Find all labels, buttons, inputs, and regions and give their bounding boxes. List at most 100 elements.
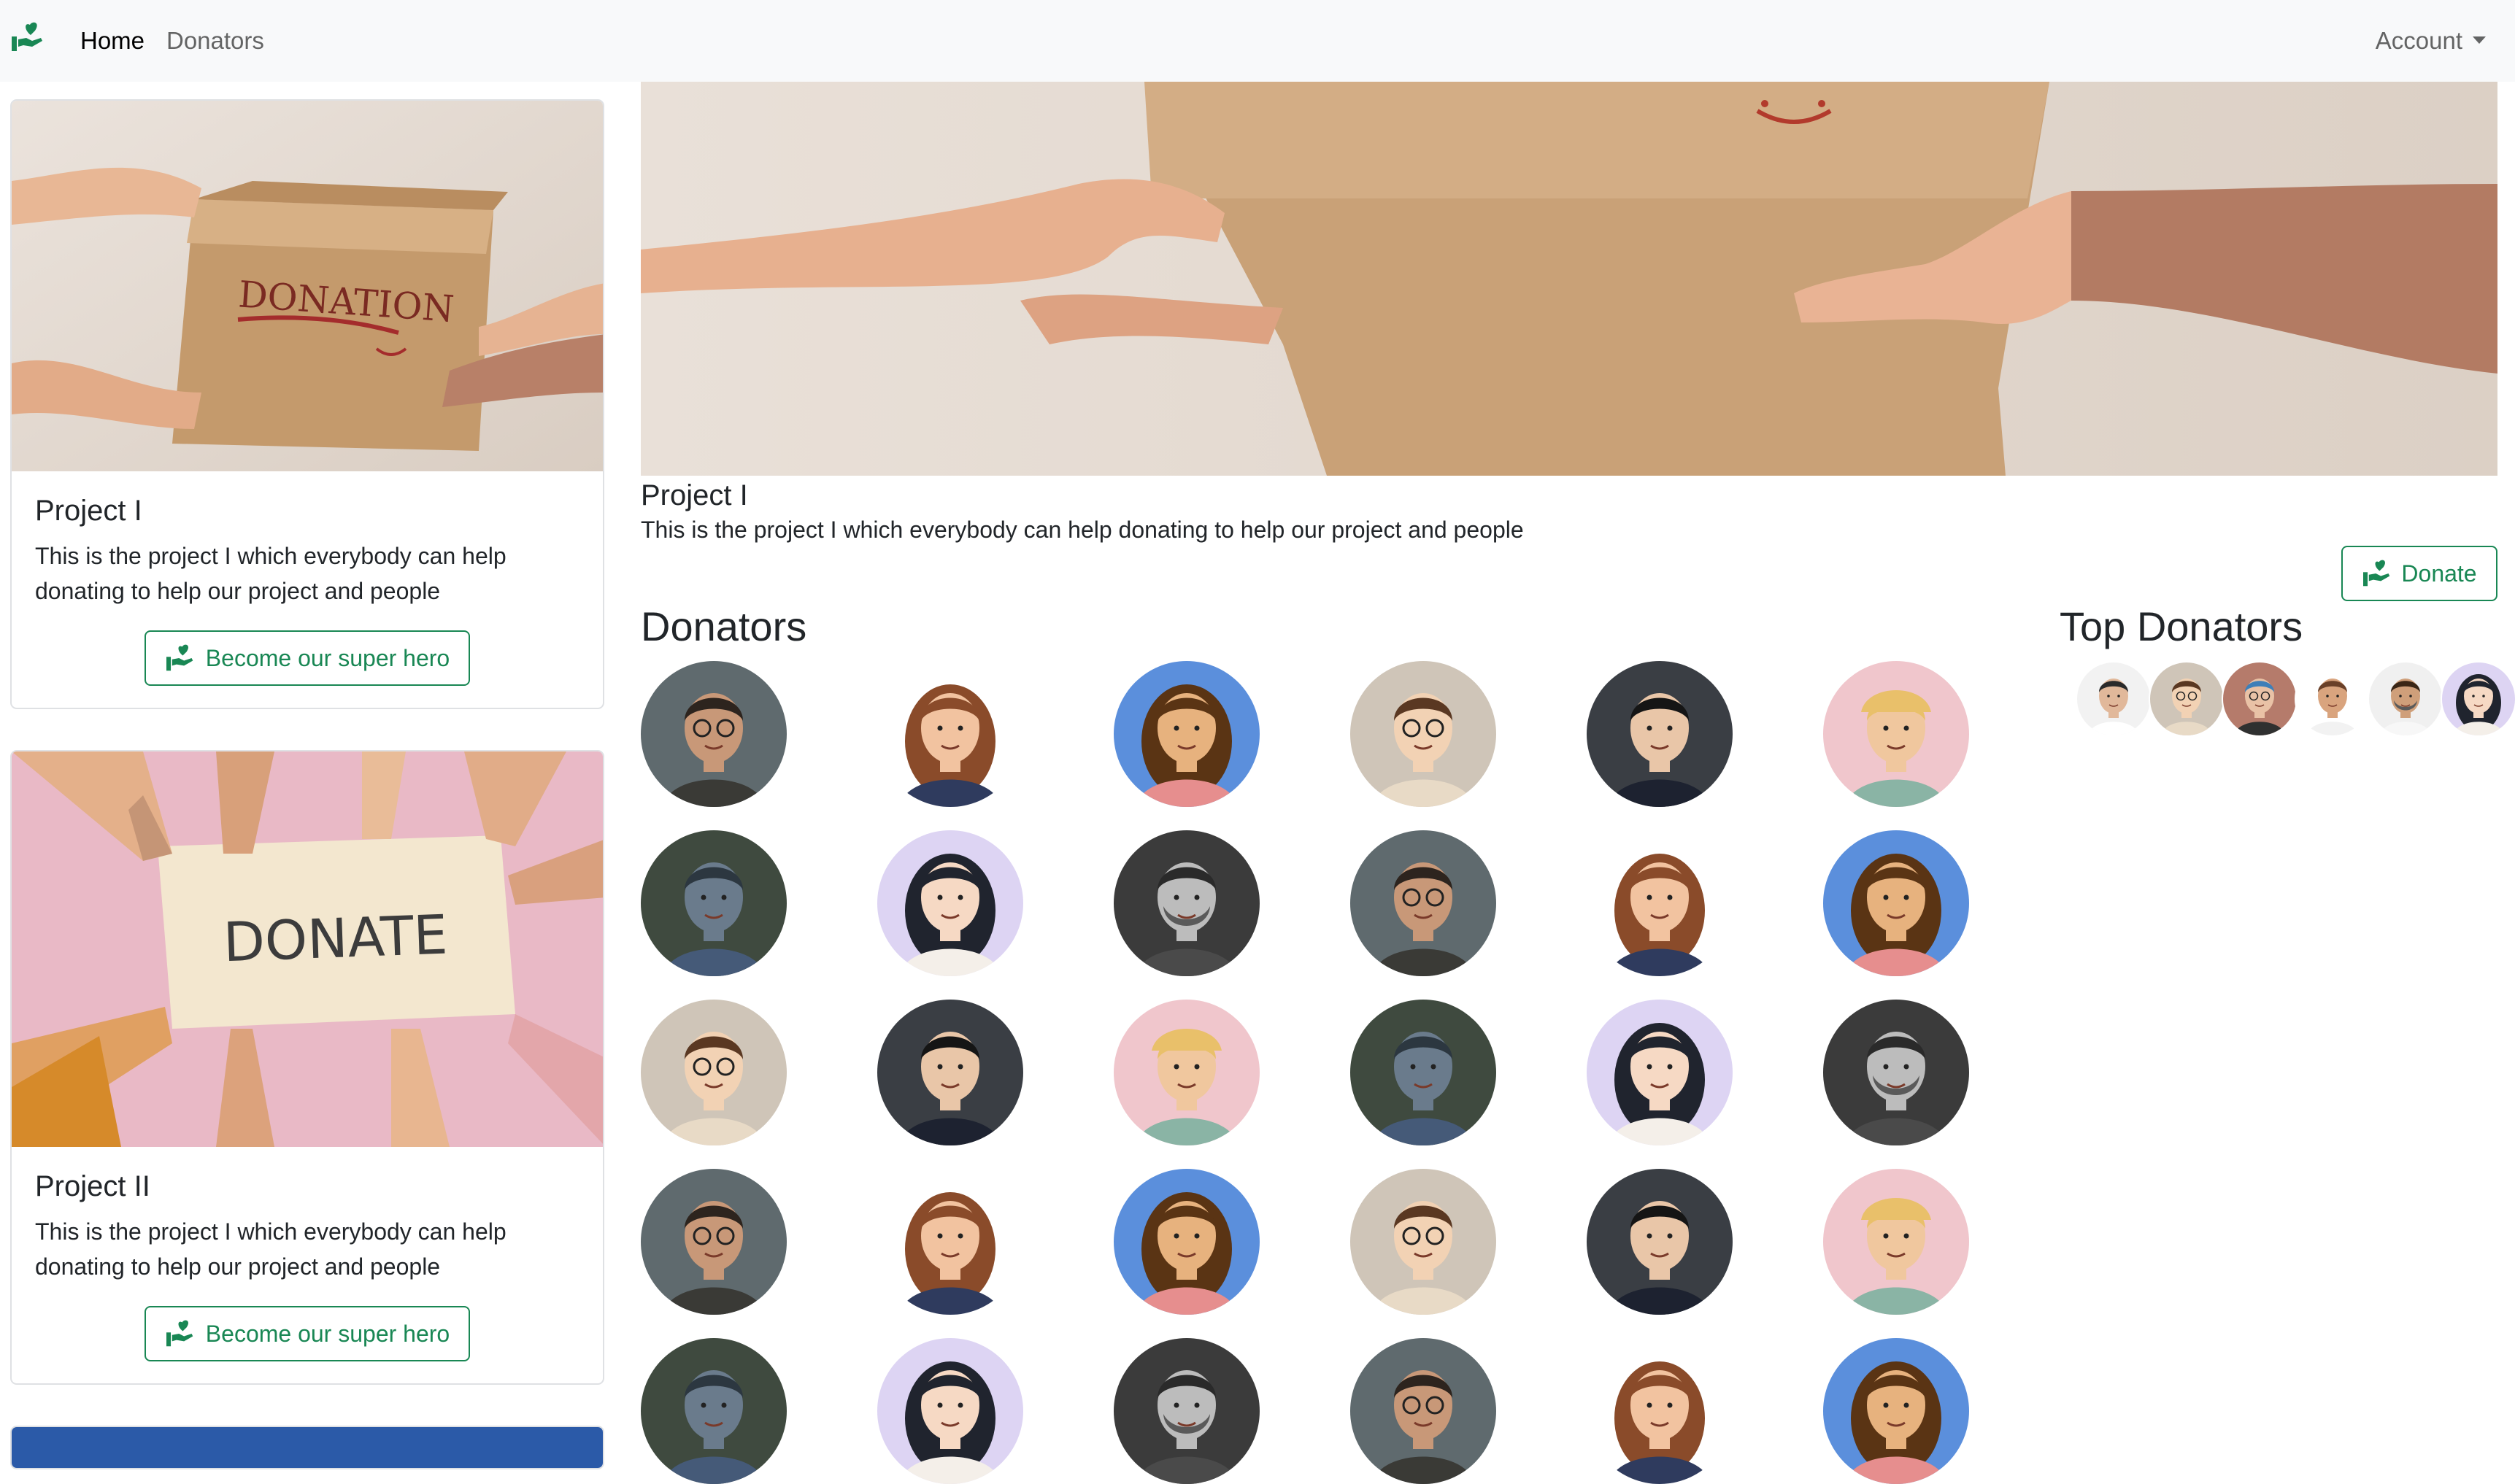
donator-avatar[interactable] bbox=[877, 661, 1023, 807]
donation-box-image: DONATION bbox=[12, 101, 603, 471]
nav-donators-link[interactable]: Donators bbox=[166, 25, 264, 57]
cartoon-man-glasses-beige-avatar-image bbox=[1350, 1169, 1496, 1315]
man-dark-suit-avatar-image bbox=[877, 1000, 1023, 1145]
donator-avatar[interactable] bbox=[877, 1338, 1023, 1484]
project-card-3 bbox=[10, 1426, 604, 1469]
button-label: Become our super hero bbox=[205, 1321, 450, 1347]
donator-avatar[interactable] bbox=[1350, 661, 1496, 807]
donation-box-illustration: DONATION bbox=[12, 101, 603, 471]
woman-sky-portrait-avatar-image bbox=[1114, 1169, 1260, 1315]
card-description: This is the project I which everybody ca… bbox=[35, 1218, 507, 1280]
man-pink-hat-avatar-image bbox=[1823, 1169, 1969, 1315]
cartoon-woman-suit-avatar-image bbox=[1587, 1338, 1733, 1484]
cartoon-man-glasses-avatar-image bbox=[2150, 662, 2223, 735]
donator-avatar[interactable] bbox=[641, 661, 787, 807]
donator-avatar[interactable] bbox=[1114, 1338, 1260, 1484]
donator-avatar[interactable] bbox=[1823, 830, 1969, 976]
donator-avatar[interactable] bbox=[877, 830, 1023, 976]
man-crouching-photo-avatar-image bbox=[641, 830, 787, 976]
donator-avatar[interactable] bbox=[1587, 1000, 1733, 1145]
donator-avatar[interactable] bbox=[1823, 661, 1969, 807]
donate-hand-heart-icon bbox=[166, 644, 193, 671]
top-donator-avatar[interactable] bbox=[2149, 661, 2225, 737]
project-card-1: DONATION Project I This is the project I… bbox=[10, 99, 604, 709]
donator-avatar[interactable] bbox=[1350, 830, 1496, 976]
woman-sky-portrait-avatar-image bbox=[1114, 661, 1260, 807]
donator-avatar[interactable] bbox=[1823, 1169, 1969, 1315]
man-glasses-photo-avatar-image bbox=[641, 1169, 787, 1315]
donator-avatar[interactable] bbox=[641, 1338, 787, 1484]
donator-avatar[interactable] bbox=[1587, 830, 1733, 976]
donator-avatar[interactable] bbox=[1350, 1338, 1496, 1484]
donator-avatar[interactable] bbox=[1823, 1000, 1969, 1145]
hero-image bbox=[641, 82, 2497, 476]
top-donators-heading: Top Donators bbox=[2060, 603, 2303, 649]
girl-purple-stars-avatar-image bbox=[877, 830, 1023, 976]
card-title: Project I bbox=[35, 495, 142, 527]
man-casual-avatar-image bbox=[2296, 662, 2369, 735]
donator-avatar[interactable] bbox=[1114, 1000, 1260, 1145]
become-super-hero-button[interactable]: Become our super hero bbox=[144, 630, 471, 686]
top-donator-avatar[interactable] bbox=[2441, 661, 2515, 737]
man-crouching-photo-avatar-image bbox=[1350, 1000, 1496, 1145]
button-label: Become our super hero bbox=[205, 645, 450, 671]
donator-avatar[interactable] bbox=[1587, 661, 1733, 807]
donator-avatar[interactable] bbox=[1823, 1338, 1969, 1484]
top-donator-avatar[interactable] bbox=[2076, 661, 2152, 737]
hero-donation-box-illustration bbox=[641, 82, 2497, 476]
donator-avatar[interactable] bbox=[877, 1169, 1023, 1315]
man-glasses-photo-avatar-image bbox=[1350, 830, 1496, 976]
donate-sign-image: DONATE bbox=[12, 751, 603, 1147]
donator-avatar[interactable] bbox=[1587, 1169, 1733, 1315]
man-bw-beard-avatar-image bbox=[1114, 830, 1260, 976]
blue-hair-person-avatar-image bbox=[2223, 662, 2296, 735]
card-body: Project I This is the project I which ev… bbox=[12, 471, 603, 708]
card-title: Project II bbox=[35, 1170, 150, 1202]
donator-avatar[interactable] bbox=[641, 1169, 787, 1315]
donator-avatar[interactable] bbox=[1114, 661, 1260, 807]
cartoon-woman-suit-avatar-image bbox=[877, 661, 1023, 807]
account-dropdown[interactable]: Account bbox=[2376, 25, 2486, 57]
top-donators-list bbox=[2060, 661, 2515, 737]
sign-label: DONATE bbox=[222, 904, 448, 975]
card-image bbox=[12, 1427, 603, 1468]
donator-avatar[interactable] bbox=[641, 1000, 787, 1145]
donator-avatar[interactable] bbox=[1114, 830, 1260, 976]
man-bw-beard-avatar-image bbox=[1114, 1338, 1260, 1484]
project-title: Project I bbox=[641, 479, 748, 511]
donator-avatar[interactable] bbox=[877, 1000, 1023, 1145]
donator-avatar[interactable] bbox=[1587, 1338, 1733, 1484]
man-bw-beard-avatar-image bbox=[1823, 1000, 1969, 1145]
project-card-2: DONATE Project II This is the project I … bbox=[10, 750, 604, 1385]
girl-purple-stars-avatar-image bbox=[1587, 1000, 1733, 1145]
donators-heading: Donators bbox=[641, 603, 807, 649]
top-donator-avatar[interactable] bbox=[2368, 661, 2443, 737]
become-super-hero-button[interactable]: Become our super hero bbox=[144, 1306, 471, 1361]
nav-home-link[interactable]: Home bbox=[80, 25, 145, 57]
man-white-shirt-avatar-image bbox=[2077, 662, 2150, 735]
man-glasses-photo-avatar-image bbox=[1350, 1338, 1496, 1484]
man-pink-hat-avatar-image bbox=[1823, 661, 1969, 807]
donator-avatar[interactable] bbox=[1114, 1169, 1260, 1315]
cartoon-woman-suit-avatar-image bbox=[877, 1169, 1023, 1315]
top-donator-avatar[interactable] bbox=[2222, 661, 2298, 737]
man-pink-hat-avatar-image bbox=[1114, 1000, 1260, 1145]
man-smiling-avatar-image bbox=[2369, 662, 2442, 735]
man-crouching-photo-avatar-image bbox=[641, 1338, 787, 1484]
man-glasses-photo-avatar-image bbox=[641, 661, 787, 807]
top-donator-avatar[interactable] bbox=[2295, 661, 2370, 737]
donate-hand-heart-icon[interactable] bbox=[10, 19, 45, 54]
donate-label: Donate bbox=[2401, 560, 2477, 587]
donate-button[interactable]: Donate bbox=[2341, 546, 2497, 601]
donate-sign-illustration: DONATE bbox=[12, 751, 603, 1147]
navbar: Home Donators Account bbox=[0, 0, 2515, 82]
girl-purple-stars-avatar-image bbox=[877, 1338, 1023, 1484]
cartoon-man-glasses-beige-avatar-image bbox=[1350, 661, 1496, 807]
woman-sky-portrait-avatar-image bbox=[1823, 1338, 1969, 1484]
donator-avatar[interactable] bbox=[641, 830, 787, 976]
cartoon-man-glasses-beige-avatar-image bbox=[641, 1000, 787, 1145]
project-description: This is the project I which everybody ca… bbox=[641, 517, 1524, 543]
donator-avatar[interactable] bbox=[1350, 1000, 1496, 1145]
donator-avatar[interactable] bbox=[1350, 1169, 1496, 1315]
card-description: This is the project I which everybody ca… bbox=[35, 543, 507, 604]
